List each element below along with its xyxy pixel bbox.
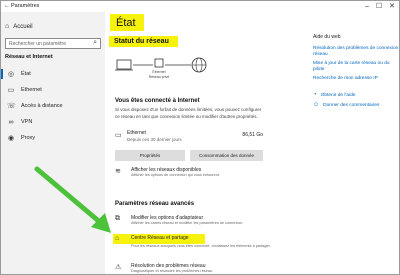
green-arrow-annotation <box>34 166 111 233</box>
settings-window: ← Paramètres – ☐ ✕ ⌂ Accueil Rechercher … <box>0 0 400 275</box>
